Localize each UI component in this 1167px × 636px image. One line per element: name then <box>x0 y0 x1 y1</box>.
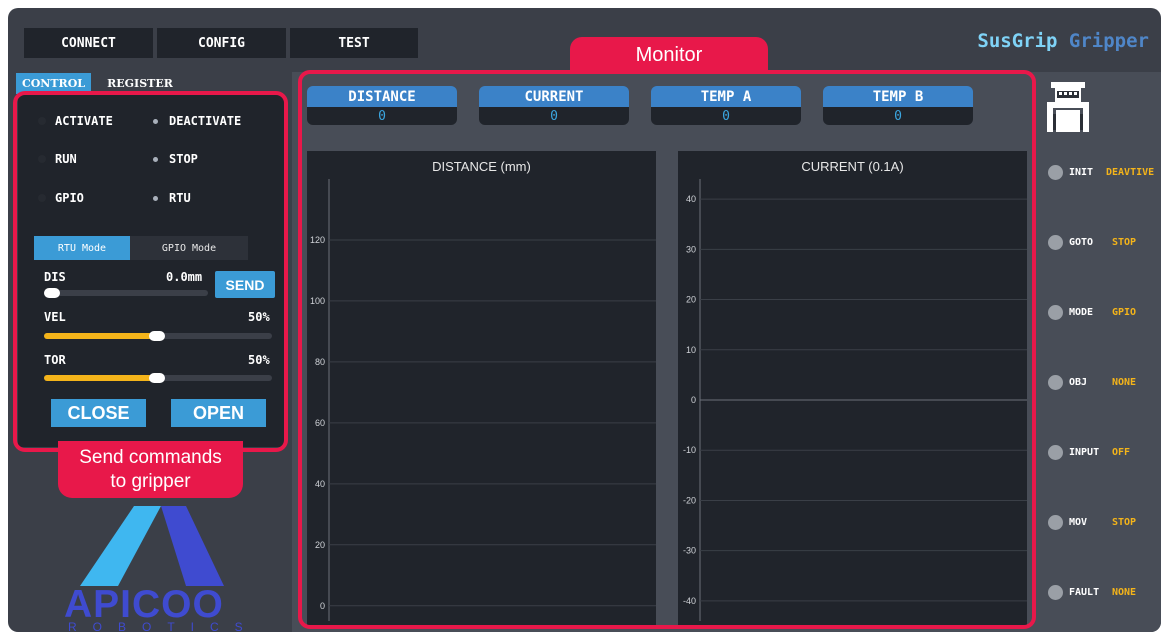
status-input-value: OFF <box>1112 447 1131 458</box>
logo-subtitle: ROBOTICS <box>68 620 259 632</box>
status-indicator <box>1048 305 1063 320</box>
commands-highlight <box>13 91 288 452</box>
status-goto-label: GOTO <box>1069 237 1094 248</box>
app-brand: SusGrip Gripper <box>977 30 1149 52</box>
gripper-icon <box>1047 82 1089 132</box>
status-indicator <box>1048 375 1063 390</box>
status-indicator <box>1048 235 1063 250</box>
brand-product: Gripper <box>1068 30 1149 52</box>
status-mode-label: MODE <box>1069 307 1094 318</box>
config-button[interactable]: CONFIG <box>157 28 286 58</box>
status-indicator <box>1048 165 1063 180</box>
status-fault-value: NONE <box>1112 587 1137 598</box>
status-goto-value: STOP <box>1112 237 1137 248</box>
monitor-highlight <box>298 70 1036 629</box>
test-button[interactable]: TEST <box>290 28 418 58</box>
monitor-annotation: Monitor <box>570 37 768 74</box>
status-fault-label: FAULT <box>1069 587 1100 598</box>
status-obj-label: OBJ <box>1069 377 1088 388</box>
commands-annotation: Send commands to gripper <box>58 441 243 498</box>
status-input-label: INPUT <box>1069 447 1100 458</box>
connect-button[interactable]: CONNECT <box>24 28 153 58</box>
status-mov-value: STOP <box>1112 517 1137 528</box>
status-indicator <box>1048 515 1063 530</box>
app-window: CONNECT CONFIG TEST SusGrip Gripper CONT… <box>8 8 1161 632</box>
status-indicator <box>1048 585 1063 600</box>
brand-name: SusGrip <box>977 30 1058 52</box>
status-init-label: INIT <box>1069 167 1094 178</box>
apicoo-logo-icon <box>80 506 224 586</box>
status-mode-value: GPIO <box>1112 307 1137 318</box>
status-indicator <box>1048 445 1063 460</box>
status-init-value: DEAVTIVE <box>1106 167 1155 178</box>
status-mov-label: MOV <box>1069 517 1088 528</box>
status-obj-value: NONE <box>1112 377 1137 388</box>
